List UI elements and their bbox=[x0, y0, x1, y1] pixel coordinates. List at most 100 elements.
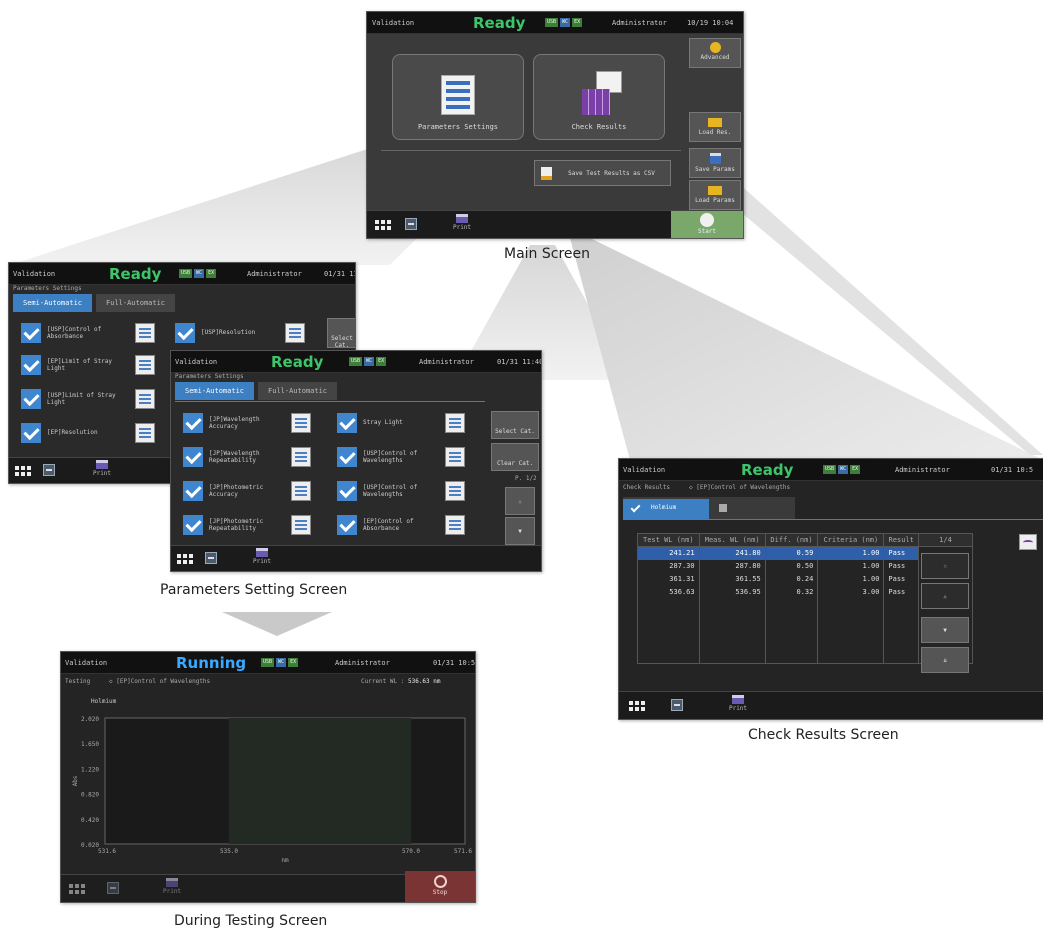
param-item[interactable]: [JP]Photometric Repeatability bbox=[183, 515, 291, 535]
minimize-icon[interactable] bbox=[205, 552, 217, 564]
param-item[interactable]: [USP]Control of Wavelengths bbox=[337, 481, 445, 501]
mode-tabs: Semi-Automatic Full-Automatic bbox=[13, 294, 176, 312]
column-header: Diff. (nm) bbox=[764, 533, 819, 547]
bottom-bar: Print Stop bbox=[61, 871, 475, 902]
page-indicator: P. 1/2 bbox=[515, 475, 537, 482]
check-results-button[interactable]: Check Results bbox=[533, 54, 665, 140]
parameters-settings-label: Parameters Settings bbox=[417, 123, 499, 131]
parameters-screen-page2: Validation Ready USB WC EX Administrator 0… bbox=[170, 350, 542, 572]
page-up-button[interactable]: ▲ bbox=[921, 583, 969, 609]
print-button[interactable]: Print bbox=[87, 460, 117, 477]
status-running: Running bbox=[176, 654, 247, 672]
select-category-button[interactable]: Select Cat. bbox=[491, 411, 539, 439]
checkbox-icon bbox=[183, 515, 203, 535]
select-category-button[interactable]: Select Cat. bbox=[327, 318, 355, 349]
graph-view-icon[interactable] bbox=[1019, 534, 1037, 550]
x-tick-label: 570.0 bbox=[402, 848, 420, 855]
stop-button[interactable]: Stop bbox=[405, 871, 475, 902]
param-item[interactable]: [USP]Limit of Stray Light bbox=[21, 389, 131, 409]
last-page-button[interactable]: ⇊ bbox=[921, 647, 969, 673]
minimize-icon[interactable] bbox=[43, 464, 55, 476]
param-item[interactable]: [USP]Control of Absorbance bbox=[21, 323, 131, 343]
clear-category-button[interactable]: Clear Cat. bbox=[491, 443, 539, 471]
tab-empty-checkbox[interactable] bbox=[719, 504, 727, 512]
user-name: Administrator bbox=[612, 19, 667, 27]
main-screen: Validation Ready USB WC EX Administrator 1… bbox=[366, 11, 744, 239]
menu-grid-icon[interactable] bbox=[375, 220, 391, 230]
save-params-button[interactable]: Save Params bbox=[689, 148, 741, 178]
bottom-bar: Print bbox=[171, 545, 541, 571]
page-down-button[interactable]: ▼ bbox=[921, 617, 969, 643]
caption-check: Check Results Screen bbox=[748, 727, 899, 743]
y-tick-label: 0.420 bbox=[81, 817, 99, 824]
load-results-button[interactable]: Load Res. bbox=[689, 112, 741, 142]
list-icon[interactable] bbox=[445, 515, 465, 535]
printer-icon bbox=[256, 548, 268, 557]
param-item[interactable]: [EP]Limit of Stray Light bbox=[21, 355, 131, 375]
gear-icon bbox=[709, 42, 721, 53]
checkbox-icon bbox=[21, 323, 41, 343]
datetime: 10/19 10:04 bbox=[687, 19, 734, 27]
tab-holmium[interactable]: Holmium bbox=[623, 499, 709, 519]
list-icon[interactable] bbox=[291, 481, 311, 501]
print-button[interactable]: Print bbox=[247, 548, 277, 565]
tab-underline bbox=[175, 401, 485, 402]
minimize-icon[interactable] bbox=[671, 699, 683, 711]
list-icon[interactable] bbox=[291, 515, 311, 535]
printer-icon bbox=[166, 878, 178, 887]
param-item[interactable]: Stray Light bbox=[337, 413, 445, 433]
menu-grid-icon[interactable] bbox=[15, 466, 31, 476]
menu-grid-icon[interactable] bbox=[177, 554, 193, 564]
list-icon[interactable] bbox=[291, 413, 311, 433]
page-up-button[interactable]: ▲ bbox=[505, 487, 535, 515]
title-bar: Validation Ready USB WC EX Administrator 0… bbox=[171, 351, 541, 373]
tab-full-automatic[interactable]: Full-Automatic bbox=[258, 382, 338, 400]
tab-semi-automatic[interactable]: Semi-Automatic bbox=[175, 382, 255, 400]
status-ready: Ready bbox=[109, 265, 162, 283]
parameters-settings-button[interactable]: Parameters Settings bbox=[392, 54, 524, 140]
tab-semi-automatic[interactable]: Semi-Automatic bbox=[13, 294, 93, 312]
y-axis-label: Abs bbox=[72, 775, 79, 786]
save-results-csv-button[interactable]: Save Test Results as CSV bbox=[534, 160, 671, 186]
app-title: Validation bbox=[13, 270, 56, 278]
checkbox-icon bbox=[21, 423, 41, 443]
list-icon[interactable] bbox=[285, 323, 305, 343]
beam-check bbox=[570, 238, 1043, 460]
mode-label: Check Results bbox=[623, 484, 670, 491]
list-icon[interactable] bbox=[445, 447, 465, 467]
advanced-button[interactable]: Advanced bbox=[689, 38, 741, 68]
list-icon[interactable] bbox=[445, 481, 465, 501]
param-item[interactable]: [USP]Resolution bbox=[175, 323, 285, 343]
param-item[interactable]: [USP]Control of Wavelengths bbox=[337, 447, 445, 467]
load-params-button[interactable]: Load Params bbox=[689, 180, 741, 210]
list-icon[interactable] bbox=[135, 389, 155, 409]
testing-screen: Validation Running USB WC EX Administrator… bbox=[60, 651, 476, 903]
device-badges: USB WC EX bbox=[261, 658, 299, 667]
list-icon[interactable] bbox=[135, 355, 155, 375]
start-button[interactable]: Start bbox=[671, 211, 743, 238]
list-icon[interactable] bbox=[291, 447, 311, 467]
tab-full-automatic[interactable]: Full-Automatic bbox=[96, 294, 176, 312]
param-item[interactable]: [JP]Wavelength Repeatability bbox=[183, 447, 291, 467]
list-icon[interactable] bbox=[135, 323, 155, 343]
user-name: Administrator bbox=[335, 659, 390, 667]
check-circle-icon bbox=[700, 213, 714, 227]
param-item[interactable]: [JP]Photometric Accuracy bbox=[183, 481, 291, 501]
list-icon[interactable] bbox=[445, 413, 465, 433]
menu-grid-icon[interactable] bbox=[629, 701, 645, 711]
param-item[interactable]: [EP]Control of Absorbance bbox=[337, 515, 445, 535]
checklist-icon bbox=[441, 75, 475, 115]
status-ready: Ready bbox=[741, 461, 794, 479]
checkbox-icon bbox=[175, 323, 195, 343]
param-item[interactable]: [JP]Wavelength Accuracy bbox=[183, 413, 291, 433]
print-button[interactable]: Print bbox=[447, 214, 477, 231]
csv-file-icon bbox=[541, 167, 552, 180]
datetime: 01/31 10:5 bbox=[991, 466, 1034, 474]
minimize-icon[interactable] bbox=[405, 218, 417, 230]
first-page-button[interactable]: ⇈ bbox=[921, 553, 969, 579]
list-icon[interactable] bbox=[135, 423, 155, 443]
print-button[interactable]: Print bbox=[723, 695, 753, 712]
down-arrow bbox=[222, 612, 332, 636]
page-down-button[interactable]: ▼ bbox=[505, 517, 535, 545]
param-item[interactable]: [EP]Resolution bbox=[21, 423, 131, 443]
